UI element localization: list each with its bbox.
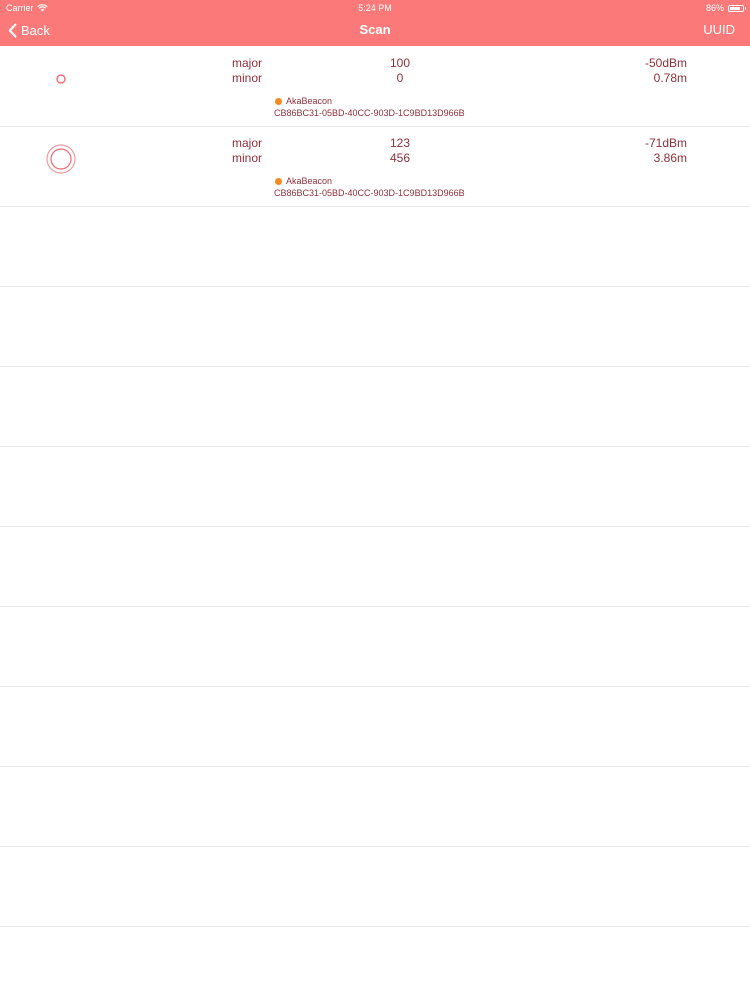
- rssi-value: -71dBm: [644, 136, 687, 150]
- empty-row: [0, 847, 750, 927]
- battery-level-fill: [730, 6, 741, 10]
- uuid-button[interactable]: UUID: [703, 19, 735, 41]
- empty-row: [0, 607, 750, 687]
- beacon-name: AkaBeacon: [275, 176, 332, 187]
- major-label: major: [232, 56, 263, 70]
- major-label: major: [232, 136, 263, 150]
- navigation-header: Carrier 5:24 PM 86% Back Scan UUID: [0, 0, 750, 46]
- status-dot-icon: [275, 98, 282, 105]
- beacon-uuid: CB86BC31-05BD-40CC-903D-1C9BD13D966B: [274, 108, 465, 118]
- beacon-name-label: AkaBeacon: [286, 176, 333, 186]
- empty-row: [0, 767, 750, 847]
- beacon-row[interactable]: major minor 100 0 -50dBm 0.78m AkaBeacon…: [0, 47, 750, 127]
- battery-percent: 86%: [705, 3, 724, 13]
- beacon-uuid: CB86BC31-05BD-40CC-903D-1C9BD13D966B: [274, 188, 465, 198]
- far-proximity-icon: [46, 144, 76, 174]
- distance-value: 3.86m: [653, 151, 687, 165]
- empty-row: [0, 447, 750, 527]
- beacon-name-label: AkaBeacon: [286, 96, 333, 106]
- status-time: 5:24 PM: [358, 3, 392, 13]
- major-value: 100: [389, 56, 411, 70]
- distance-value: 0.78m: [653, 71, 687, 85]
- status-battery: 86%: [705, 0, 746, 16]
- minor-label: minor: [232, 151, 263, 165]
- page-title: Scan: [359, 22, 391, 37]
- beacon-name: AkaBeacon: [275, 96, 332, 107]
- empty-row: [0, 527, 750, 607]
- empty-row: [0, 367, 750, 447]
- beacon-row[interactable]: major minor 123 456 -71dBm 3.86m AkaBeac…: [0, 127, 750, 207]
- major-value: 123: [389, 136, 411, 150]
- near-proximity-icon: [56, 74, 66, 84]
- status-dot-icon: [275, 178, 282, 185]
- minor-value: 0: [396, 71, 404, 85]
- beacon-list: major minor 100 0 -50dBm 0.78m AkaBeacon…: [0, 47, 750, 927]
- battery-icon: [728, 4, 746, 12]
- rssi-value: -50dBm: [644, 56, 687, 70]
- empty-row: [0, 207, 750, 287]
- minor-value: 456: [389, 151, 411, 165]
- empty-row: [0, 287, 750, 367]
- empty-row: [0, 687, 750, 767]
- status-bar: Carrier 5:24 PM 86%: [0, 0, 750, 16]
- minor-label: minor: [232, 71, 263, 85]
